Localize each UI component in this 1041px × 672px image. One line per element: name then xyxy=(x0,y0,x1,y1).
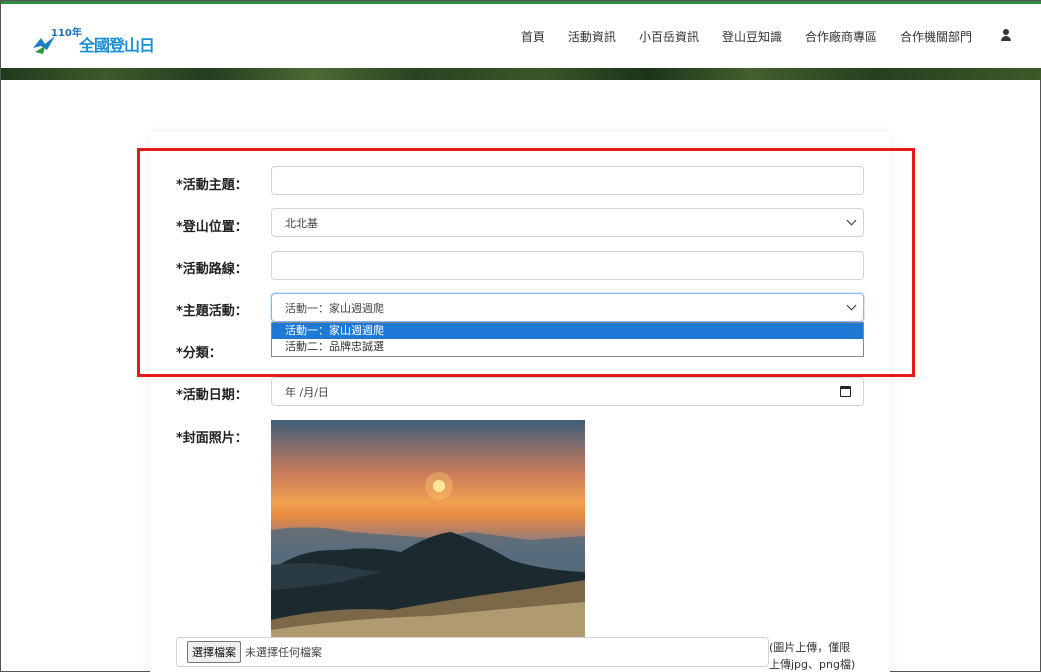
date-label: *活動日期： xyxy=(176,388,248,403)
nav-partner-agencies[interactable]: 合作機關部門 xyxy=(900,28,972,45)
cover-photo-preview xyxy=(271,420,585,637)
highlight-box xyxy=(137,148,915,377)
calendar-icon[interactable] xyxy=(840,386,851,397)
file-hint-line-1: (圖片上傳，僅限 xyxy=(769,641,851,654)
header-banner xyxy=(1,68,1041,80)
file-upload-hint: (圖片上傳，僅限 上傳jpg、png檔) xyxy=(769,639,879,672)
nav-small-peaks[interactable]: 小百岳資訊 xyxy=(639,28,699,45)
nav-home[interactable]: 首頁 xyxy=(521,28,545,45)
user-icon[interactable] xyxy=(1000,29,1012,43)
nav-partner-vendors[interactable]: 合作廠商專區 xyxy=(805,28,877,45)
date-input[interactable]: 年 /月/日 xyxy=(271,377,864,406)
nav-activities[interactable]: 活動資訊 xyxy=(568,28,616,45)
sunset-mountain-image xyxy=(271,472,585,637)
file-status-text: 未選擇任何檔案 xyxy=(245,646,322,659)
site-logo[interactable]: 110年 全國登山日 xyxy=(31,26,155,56)
date-placeholder: 年 /月/日 xyxy=(285,385,329,399)
logo-text: 全國登山日 xyxy=(79,36,155,55)
file-upload-field: 選擇檔案 未選擇任何檔案 xyxy=(176,637,769,667)
file-hint-line-2: 上傳jpg、png檔) xyxy=(769,658,856,671)
main-nav: 首頁 活動資訊 小百岳資訊 登山豆知識 合作廠商專區 合作機關部門 xyxy=(521,4,1012,68)
choose-file-button[interactable]: 選擇檔案 xyxy=(187,641,241,663)
photo-label: *封面照片： xyxy=(176,431,248,446)
logo-year: 110年 xyxy=(51,28,82,39)
nav-hiking-knowledge[interactable]: 登山豆知識 xyxy=(722,28,782,45)
navbar: 110年 全國登山日 首頁 活動資訊 小百岳資訊 登山豆知識 合作廠商專區 合作… xyxy=(1,4,1041,68)
